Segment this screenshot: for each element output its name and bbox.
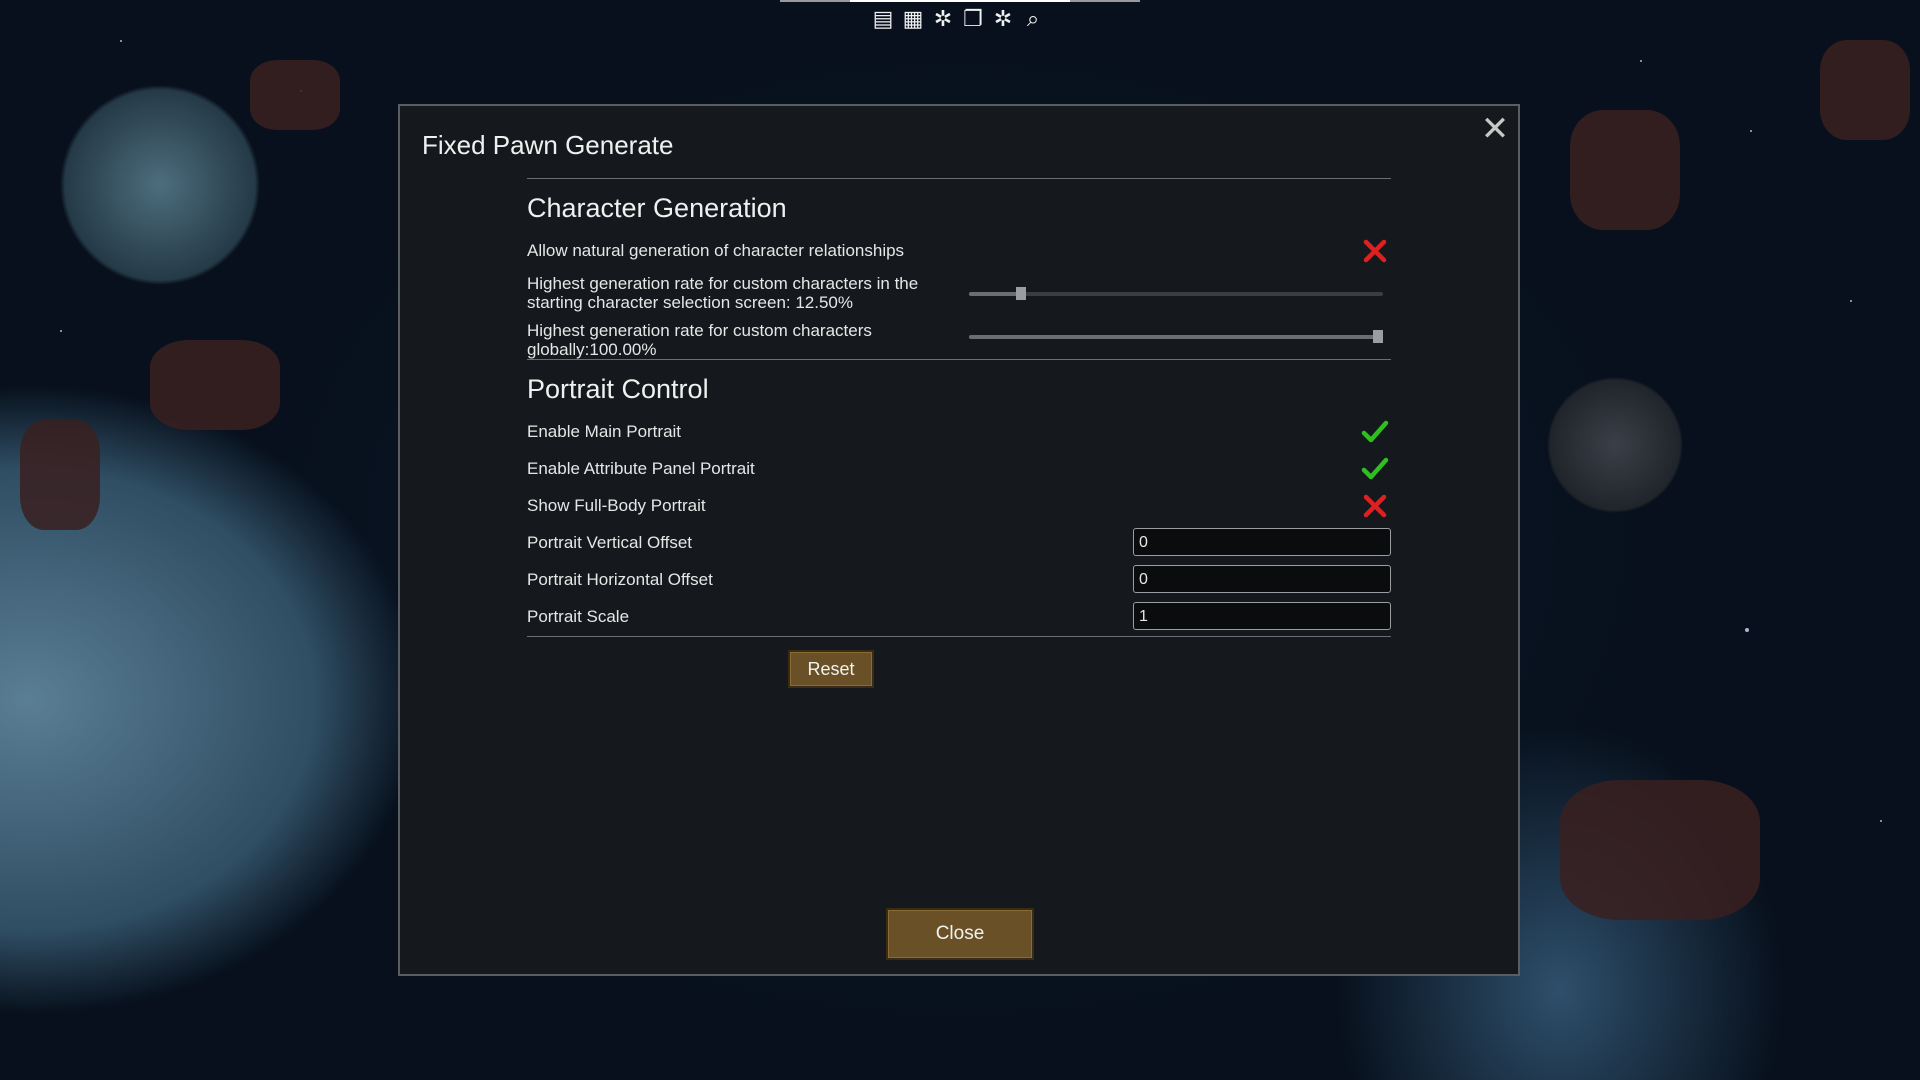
toolbar-icons: ▤ ▦ ✲ ❐ ✲ ⌕ — [870, 6, 1046, 32]
cross-icon[interactable] — [1361, 237, 1389, 265]
portrait-scale-field[interactable]: 1 — [1133, 602, 1391, 630]
debug-spark-icon-2[interactable]: ✲ — [990, 6, 1016, 32]
divider — [527, 178, 1391, 179]
settings-dialog: ✕ Fixed Pawn Generate Character Generati… — [398, 104, 1520, 976]
dev-toolbar: ▤ ▦ ✲ ❐ ✲ ⌕ — [780, 0, 1140, 36]
star — [60, 330, 62, 332]
close-button[interactable]: Close — [886, 908, 1034, 960]
setting-global-rate: Highest generation rate for custom chara… — [527, 317, 1391, 359]
divider — [527, 636, 1391, 637]
setting-enable-main-portrait: Enable Main Portrait — [527, 414, 1391, 451]
global-rate-slider[interactable] — [969, 330, 1383, 343]
check-icon[interactable] — [1361, 455, 1389, 483]
setting-label: Allow natural generation of character re… — [527, 241, 905, 260]
debug-spark-icon[interactable]: ✲ — [930, 6, 956, 32]
star — [1745, 628, 1749, 632]
star — [1850, 300, 1852, 302]
log-icon[interactable]: ▤ — [870, 6, 896, 32]
setting-label: Portrait Horizontal Offset — [527, 570, 713, 589]
debris — [250, 60, 340, 130]
star — [1640, 60, 1642, 62]
debris — [1570, 110, 1680, 230]
setting-show-full-body: Show Full-Body Portrait — [527, 488, 1391, 525]
setting-label: Show Full-Body Portrait — [527, 496, 706, 515]
slider-handle[interactable] — [1016, 287, 1026, 300]
divider — [527, 359, 1391, 360]
table-icon[interactable]: ▦ — [900, 6, 926, 32]
debris — [1820, 40, 1910, 140]
star — [1750, 130, 1752, 132]
settings-content: Character Generation Allow natural gener… — [527, 178, 1391, 637]
setting-label: Enable Main Portrait — [527, 422, 682, 441]
debris — [1560, 780, 1760, 920]
setting-horizontal-offset: Portrait Horizontal Offset 0 — [527, 562, 1391, 599]
reset-button[interactable]: Reset — [788, 650, 874, 688]
setting-label: Enable Attribute Panel Portrait — [527, 459, 755, 478]
setting-portrait-scale: Portrait Scale 1 — [527, 599, 1391, 636]
setting-start-rate: Highest generation rate for custom chara… — [527, 270, 1391, 317]
start-rate-slider[interactable] — [969, 287, 1383, 300]
debris — [150, 340, 280, 430]
section-heading-portrait-control: Portrait Control — [527, 374, 709, 404]
slider-fill — [969, 292, 1021, 296]
debris — [20, 420, 100, 530]
setting-label: Portrait Vertical Offset — [527, 533, 693, 552]
setting-vertical-offset: Portrait Vertical Offset 0 — [527, 525, 1391, 562]
setting-allow-relationships: Allow natural generation of character re… — [527, 233, 1391, 270]
setting-label: Highest generation rate for custom chara… — [527, 274, 919, 312]
setting-label: Portrait Scale — [527, 607, 630, 626]
setting-enable-attribute-portrait: Enable Attribute Panel Portrait — [527, 451, 1391, 488]
slider-fill — [969, 335, 1383, 339]
search-icon[interactable]: ⌕ — [1020, 6, 1046, 32]
toolbar-line-highlight — [850, 0, 1070, 2]
copy-icon[interactable]: ❐ — [960, 6, 986, 32]
section-heading-character-generation: Character Generation — [527, 193, 787, 223]
setting-label: Highest generation rate for custom chara… — [527, 321, 872, 359]
vertical-offset-field[interactable]: 0 — [1133, 528, 1391, 556]
close-icon[interactable]: ✕ — [1480, 112, 1510, 146]
star — [1880, 820, 1882, 822]
horizontal-offset-field[interactable]: 0 — [1133, 565, 1391, 593]
check-icon[interactable] — [1361, 418, 1389, 446]
star — [120, 40, 122, 42]
cross-icon[interactable] — [1361, 492, 1389, 520]
slider-handle[interactable] — [1373, 330, 1383, 343]
dialog-title: Fixed Pawn Generate — [422, 130, 674, 160]
